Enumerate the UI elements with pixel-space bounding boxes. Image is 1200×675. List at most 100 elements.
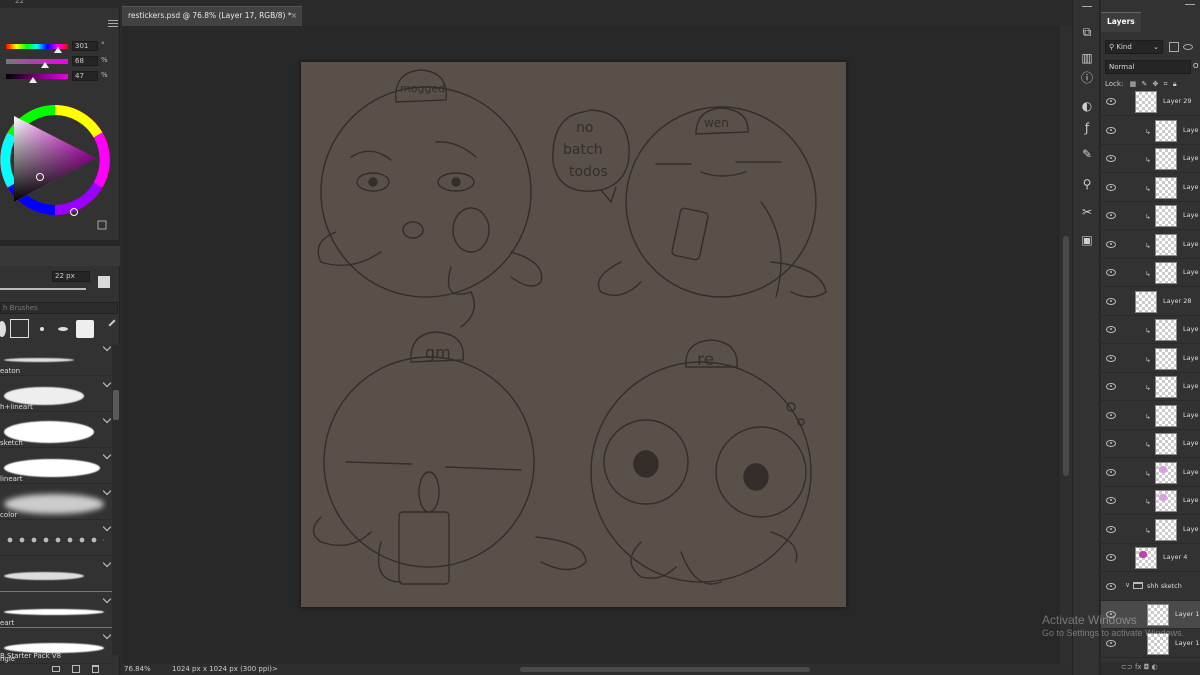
brush-list-scrollbar[interactable] bbox=[112, 345, 120, 655]
canvas-vertical-scrollbar[interactable] bbox=[1060, 26, 1072, 664]
square-brush-icon[interactable] bbox=[76, 320, 94, 338]
status-menu-arrow[interactable]: > bbox=[272, 665, 278, 673]
brush-edit-icon[interactable] bbox=[102, 522, 112, 532]
layer-row[interactable]: Layer 29 bbox=[1101, 88, 1200, 116]
eye-icon[interactable] bbox=[1106, 240, 1116, 248]
document-tab[interactable]: restickers.psd @ 76.8% (Layer 17, RGB/8)… bbox=[122, 6, 302, 26]
filter-pixel-icon[interactable] bbox=[1169, 42, 1179, 52]
eye-icon[interactable] bbox=[1106, 582, 1116, 590]
lock-position-icon[interactable]: ✥ bbox=[1153, 80, 1159, 88]
brush-edit-icon[interactable] bbox=[102, 630, 112, 640]
filter-adjustment-icon[interactable] bbox=[1183, 44, 1193, 50]
layer-row[interactable]: ↳ Laye bbox=[1101, 459, 1200, 487]
eye-icon[interactable] bbox=[1106, 497, 1116, 504]
blend-mode-dropdown[interactable]: Normal bbox=[1105, 60, 1191, 74]
layer-row[interactable]: ↳ Laye bbox=[1101, 174, 1200, 202]
brush-edit-icon[interactable] bbox=[102, 414, 112, 424]
brush-preset-item[interactable]: color bbox=[0, 484, 112, 520]
layer-row[interactable]: ↳ Laye bbox=[1101, 373, 1200, 401]
brush-edit-icon[interactable] bbox=[108, 319, 116, 327]
brightness-value[interactable]: 47 bbox=[72, 71, 98, 81]
layer-row[interactable]: ↳ Laye bbox=[1101, 430, 1200, 458]
brush-preset-item[interactable]: eaton bbox=[0, 340, 112, 376]
channels-icon[interactable]: ▣ bbox=[1079, 232, 1095, 248]
saturation-value[interactable]: 68 bbox=[72, 56, 98, 66]
eye-icon[interactable] bbox=[1106, 297, 1116, 305]
eye-icon[interactable] bbox=[1106, 126, 1116, 134]
layer-row[interactable]: ↳ Laye bbox=[1101, 145, 1200, 173]
styles-icon[interactable]: ƒ bbox=[1079, 120, 1095, 136]
brush-preset-item[interactable]: h+lineart bbox=[0, 376, 112, 412]
clone-source-icon[interactable]: ⚲ bbox=[1079, 176, 1095, 192]
eye-icon[interactable] bbox=[1106, 212, 1116, 219]
layer-row[interactable]: ↳ Laye bbox=[1101, 487, 1200, 515]
soft-brush-icon[interactable] bbox=[40, 327, 44, 331]
brush-size-field[interactable]: 22 px bbox=[52, 271, 90, 282]
eye-icon[interactable] bbox=[1106, 525, 1116, 533]
brush-edit-icon[interactable] bbox=[102, 594, 112, 604]
document-canvas[interactable]: mogged wen no batch todos gm re bbox=[301, 62, 846, 607]
brush-edit-icon[interactable] bbox=[102, 486, 112, 496]
zoom-level[interactable]: 76.84% bbox=[124, 665, 151, 673]
brush-preset-item[interactable]: lineart bbox=[0, 448, 112, 484]
layer-row[interactable]: ↳ Laye bbox=[1101, 231, 1200, 259]
eye-icon[interactable] bbox=[1106, 155, 1116, 162]
layer-row[interactable]: ↳ Laye bbox=[1101, 202, 1200, 230]
lock-artboard-icon[interactable]: ⌗ bbox=[1164, 80, 1168, 88]
eye-icon[interactable] bbox=[1106, 354, 1116, 362]
lock-transparent-icon[interactable]: ▦ bbox=[1130, 80, 1137, 88]
eye-icon[interactable] bbox=[1106, 639, 1116, 647]
brush-preset-item[interactable]: eart bbox=[0, 592, 112, 628]
new-brush-icon[interactable] bbox=[72, 665, 80, 673]
eye-icon[interactable] bbox=[1106, 98, 1116, 105]
history-icon[interactable]: ⧉ bbox=[1079, 24, 1095, 40]
info-icon[interactable]: ⓘ bbox=[1079, 70, 1095, 86]
adjustments-icon[interactable]: ◐ bbox=[1079, 98, 1095, 114]
layer-row[interactable]: ↳ Laye bbox=[1101, 402, 1200, 430]
new-group-icon[interactable] bbox=[52, 666, 60, 672]
eye-icon[interactable] bbox=[1106, 440, 1116, 447]
chevron-icon[interactable]: ∨ bbox=[1125, 581, 1130, 589]
brush-group-row[interactable]: B Starter Pack V8 bbox=[0, 651, 120, 664]
brush-edit-icon[interactable] bbox=[102, 450, 112, 460]
eye-icon[interactable] bbox=[1106, 269, 1116, 276]
layers-panel-menu-icon[interactable] bbox=[1185, 4, 1195, 12]
layer-row[interactable]: ↳ Laye bbox=[1101, 345, 1200, 373]
layer-row[interactable]: ↳ Laye bbox=[1101, 259, 1200, 287]
tab-layers[interactable]: Layers bbox=[1101, 12, 1141, 32]
eye-icon[interactable] bbox=[1106, 468, 1116, 476]
layer-row[interactable]: Layer 4 bbox=[1101, 544, 1200, 572]
tool-presets-icon[interactable]: ✂ bbox=[1079, 204, 1095, 220]
brush-preset-item[interactable]: sketch bbox=[0, 412, 112, 448]
brush-settings-icon[interactable] bbox=[98, 276, 110, 288]
hue-slider[interactable]: 301 ° bbox=[0, 41, 120, 53]
color-wheel[interactable] bbox=[0, 88, 115, 233]
flat-brush-icon[interactable] bbox=[58, 327, 68, 331]
round-brush-icon[interactable] bbox=[0, 321, 6, 337]
hue-value[interactable]: 301 bbox=[72, 41, 98, 51]
brush-edit-icon[interactable] bbox=[102, 342, 112, 352]
brush-size-slider[interactable] bbox=[0, 288, 86, 290]
delete-icon[interactable] bbox=[92, 665, 99, 673]
eye-icon[interactable] bbox=[1106, 183, 1116, 191]
panel-strip-menu-icon[interactable] bbox=[1082, 6, 1092, 14]
layer-row[interactable]: Layer 28 bbox=[1101, 288, 1200, 316]
lock-pixels-icon[interactable]: ✎ bbox=[1141, 80, 1147, 88]
brush-edit-icon[interactable] bbox=[102, 558, 112, 568]
brush-search-input[interactable]: h Brushes bbox=[0, 302, 118, 314]
canvas-horizontal-scrollbar[interactable] bbox=[520, 667, 810, 672]
eye-icon[interactable] bbox=[1106, 326, 1116, 333]
histogram-icon[interactable]: ▥ bbox=[1079, 50, 1095, 66]
saturation-slider[interactable]: 68 % bbox=[0, 56, 120, 68]
brightness-slider[interactable]: 47 % bbox=[0, 71, 120, 83]
brush-settings-panel-icon[interactable]: ✎ bbox=[1079, 146, 1095, 162]
brush-preset-item[interactable] bbox=[0, 556, 112, 592]
eye-icon[interactable] bbox=[1106, 383, 1116, 390]
color-panel-menu-icon[interactable] bbox=[108, 20, 118, 28]
eye-icon[interactable] bbox=[1106, 554, 1116, 561]
brush-preset-item[interactable] bbox=[0, 520, 112, 556]
selected-brush-icon[interactable] bbox=[10, 319, 29, 338]
brush-edit-icon[interactable] bbox=[102, 378, 112, 388]
layer-actions[interactable]: ⊂⊃ fx ◘ ◐ bbox=[1121, 663, 1158, 671]
layer-row[interactable]: ↳ Laye bbox=[1101, 316, 1200, 344]
